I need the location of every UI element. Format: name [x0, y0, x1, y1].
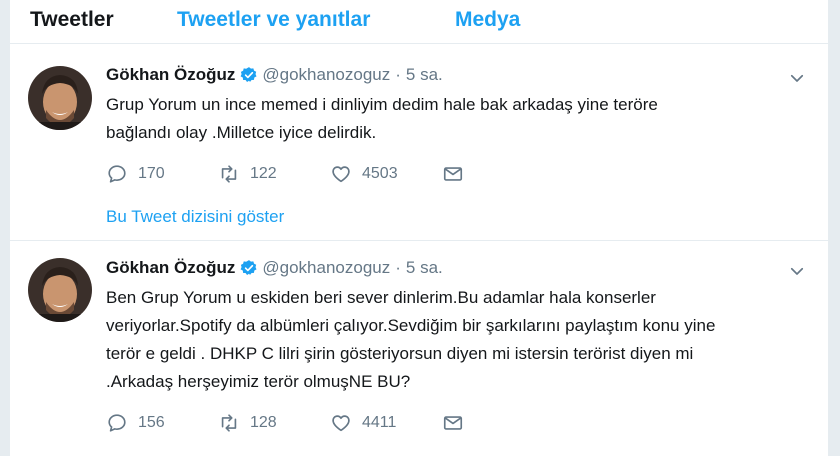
retweet-count: 128 [250, 414, 277, 431]
avatar[interactable] [28, 66, 92, 130]
reply-button[interactable]: 156 [106, 412, 218, 434]
author-handle[interactable]: @gokhanozoguz [262, 258, 390, 278]
tweet-text-line: bağlandı olay .Milletce iyice delirdik. [106, 123, 377, 142]
direct-message-button[interactable] [442, 412, 464, 434]
tweet-text-line: .Arkadaş herşeyimiz terör olmuşNE BU? [106, 372, 411, 391]
like-button[interactable]: 4503 [330, 163, 442, 185]
profile-tabs: Tweetler Tweetler ve yanıtlar Medya [10, 0, 828, 44]
reply-count: 170 [138, 165, 165, 182]
tweet-actions: 170 122 4503 [106, 163, 464, 185]
reply-count: 156 [138, 414, 165, 431]
like-count: 4411 [362, 414, 397, 431]
author-name[interactable]: Gökhan Özoğuz [106, 65, 235, 85]
like-button[interactable]: 4411 [330, 412, 442, 434]
chevron-down-icon[interactable] [788, 262, 806, 280]
tab-tweets-and-replies[interactable]: Tweetler ve yanıtlar [177, 8, 370, 32]
reply-icon [108, 414, 126, 432]
tweet-text-line: Grup Yorum un ince memed i dinliyim dedi… [106, 95, 658, 114]
author-handle[interactable]: @gokhanozoguz [262, 65, 390, 85]
like-count: 4503 [362, 165, 398, 182]
tweet-text: Grup Yorum un ince memed i dinliyim dedi… [106, 91, 806, 147]
reply-button[interactable]: 170 [106, 163, 218, 185]
heart-icon [332, 415, 350, 432]
tweet-text-line: veriyorlar.Spotify da albümleri çalıyor.… [106, 316, 716, 335]
chevron-down-icon[interactable] [788, 69, 806, 87]
retweet-count: 122 [250, 165, 277, 182]
verified-badge-icon [240, 67, 257, 82]
retweet-button[interactable]: 122 [218, 163, 330, 185]
retweet-icon [221, 414, 237, 432]
tab-tweets[interactable]: Tweetler [30, 8, 114, 32]
tweet-header: Gökhan Özoğuz @gokhanozoguz · 5 sa. [106, 65, 443, 85]
tab-media[interactable]: Medya [455, 8, 520, 32]
tweet-text: Ben Grup Yorum u eskiden beri sever dinl… [106, 284, 806, 396]
tweet-header: Gökhan Özoğuz @gokhanozoguz · 5 sa. [106, 258, 443, 278]
tweet-actions: 156 128 4411 [106, 412, 464, 434]
author-name[interactable]: Gökhan Özoğuz [106, 258, 235, 278]
avatar[interactable] [28, 258, 92, 322]
tweet-timestamp[interactable]: 5 sa. [406, 65, 443, 85]
profile-timeline: Tweetler Tweetler ve yanıtlar Medya Gökh… [10, 0, 828, 456]
separator-dot: · [395, 65, 401, 84]
show-thread-link[interactable]: Bu Tweet dizisini göster [106, 207, 284, 227]
heart-icon [332, 166, 350, 183]
tweet-card[interactable]: Gökhan Özoğuz @gokhanozoguz · 5 sa. Ben … [10, 242, 828, 456]
envelope-icon [443, 416, 463, 430]
verified-badge-icon [240, 260, 257, 275]
separator-dot: · [395, 258, 401, 277]
reply-icon [108, 165, 126, 183]
envelope-icon [443, 167, 463, 181]
tweet-card[interactable]: Gökhan Özoğuz @gokhanozoguz · 5 sa. Grup… [10, 45, 828, 241]
retweet-button[interactable]: 128 [218, 412, 330, 434]
direct-message-button[interactable] [442, 163, 464, 185]
tweet-text-line: terör e geldi . DHKP C lilri şirin göste… [106, 344, 694, 363]
tweet-timestamp[interactable]: 5 sa. [406, 258, 443, 278]
retweet-icon [221, 165, 237, 183]
tweet-text-line: Ben Grup Yorum u eskiden beri sever dinl… [106, 288, 656, 307]
